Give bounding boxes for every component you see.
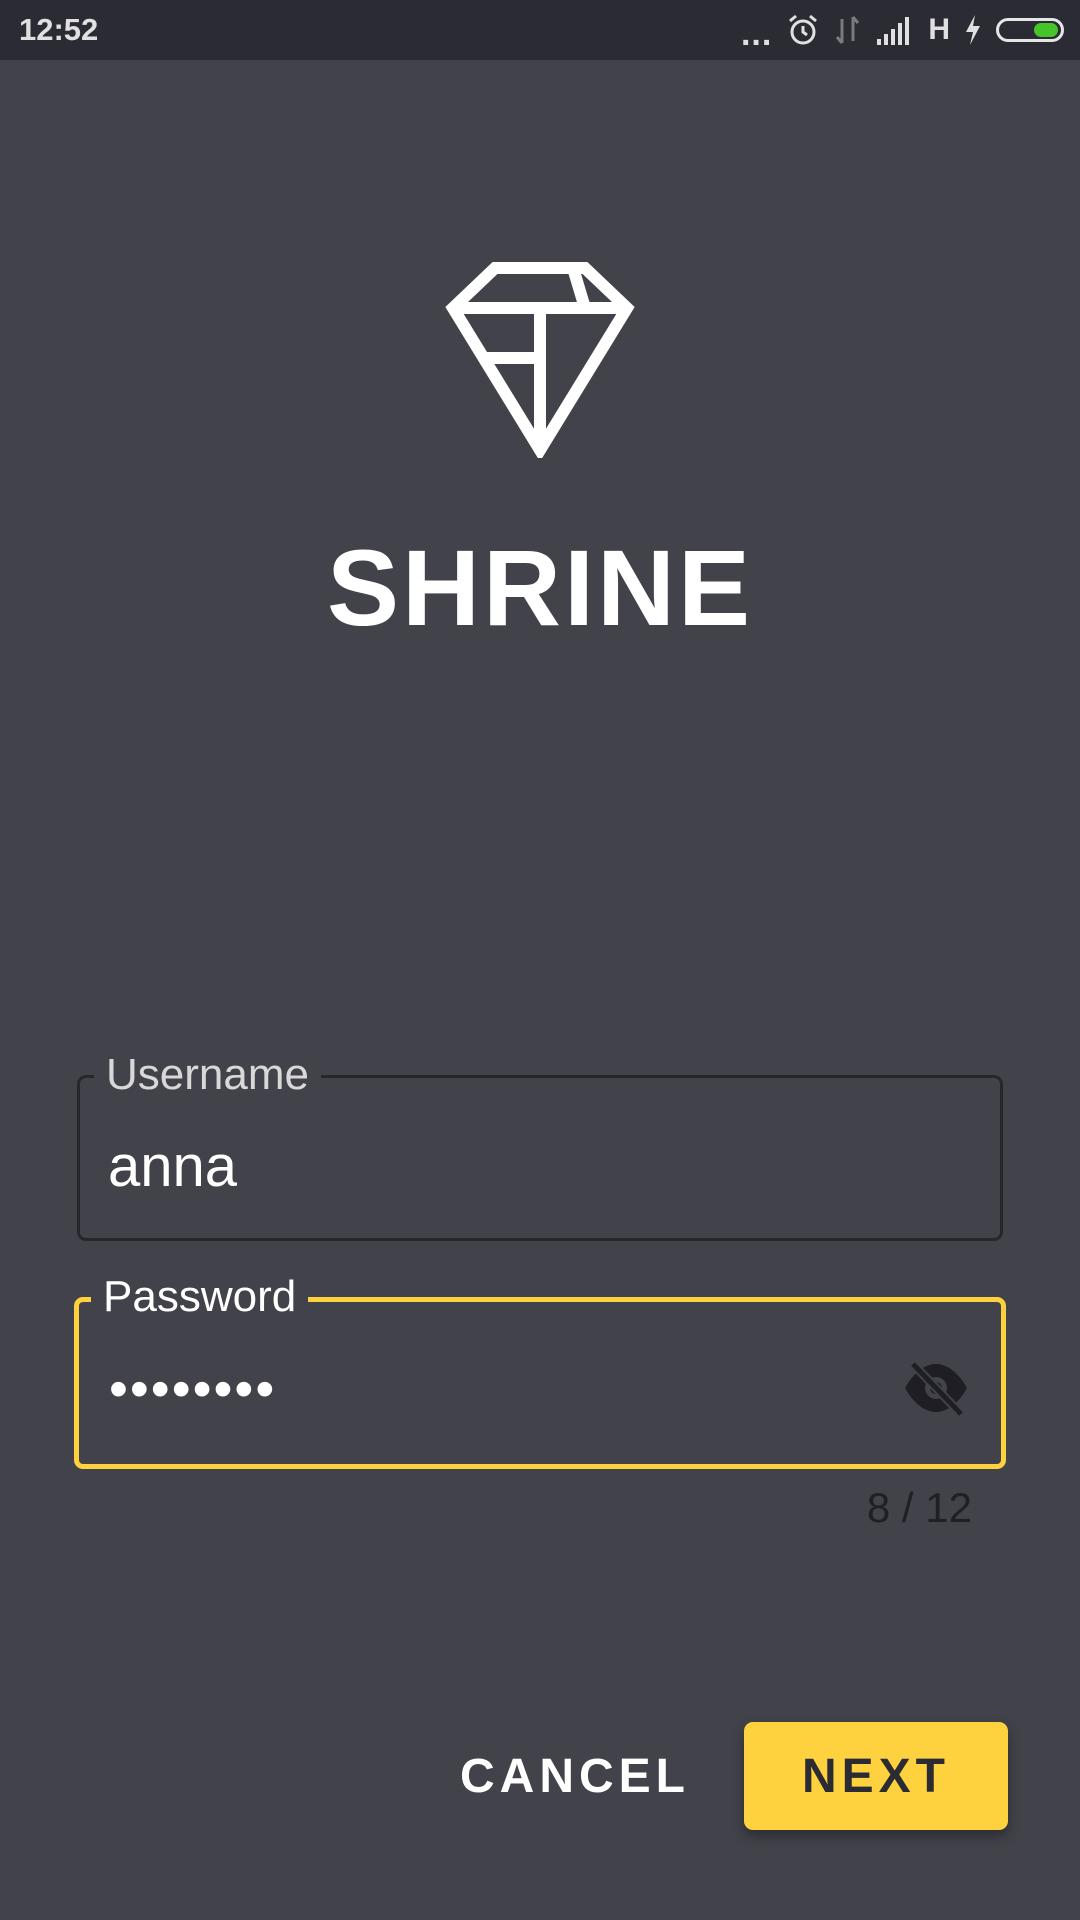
username-field[interactable]: Username anna xyxy=(77,1045,1003,1241)
password-character-counter: 8 / 12 xyxy=(866,1484,972,1531)
network-type-label: H xyxy=(928,13,950,46)
username-label: Username xyxy=(94,1045,321,1105)
diamond-icon xyxy=(445,262,635,458)
battery-icon xyxy=(996,18,1064,42)
login-screen: 12:52 ... H SHRINE Username anna Passwor… xyxy=(0,0,1080,1920)
alarm-icon xyxy=(789,14,818,45)
username-input[interactable]: anna xyxy=(108,1132,237,1202)
more-notifications-icon: ... xyxy=(740,15,773,53)
visibility-off-icon[interactable] xyxy=(901,1360,971,1416)
battery-level xyxy=(1034,23,1058,37)
cancel-button[interactable]: CANCEL xyxy=(460,1722,690,1830)
status-bar: 12:52 ... H xyxy=(0,0,1080,60)
password-label: Password xyxy=(91,1267,309,1327)
password-field[interactable]: Password •••••••• xyxy=(74,1267,1006,1469)
data-transfer-icon xyxy=(836,16,860,44)
charging-icon xyxy=(966,15,980,45)
status-icons: ... H xyxy=(727,8,1064,52)
status-time: 12:52 xyxy=(19,12,99,47)
signal-icon xyxy=(877,17,910,45)
app-title: SHRINE xyxy=(326,527,754,648)
password-input[interactable]: •••••••• xyxy=(109,1354,276,1424)
next-button[interactable]: NEXT xyxy=(744,1722,1008,1830)
